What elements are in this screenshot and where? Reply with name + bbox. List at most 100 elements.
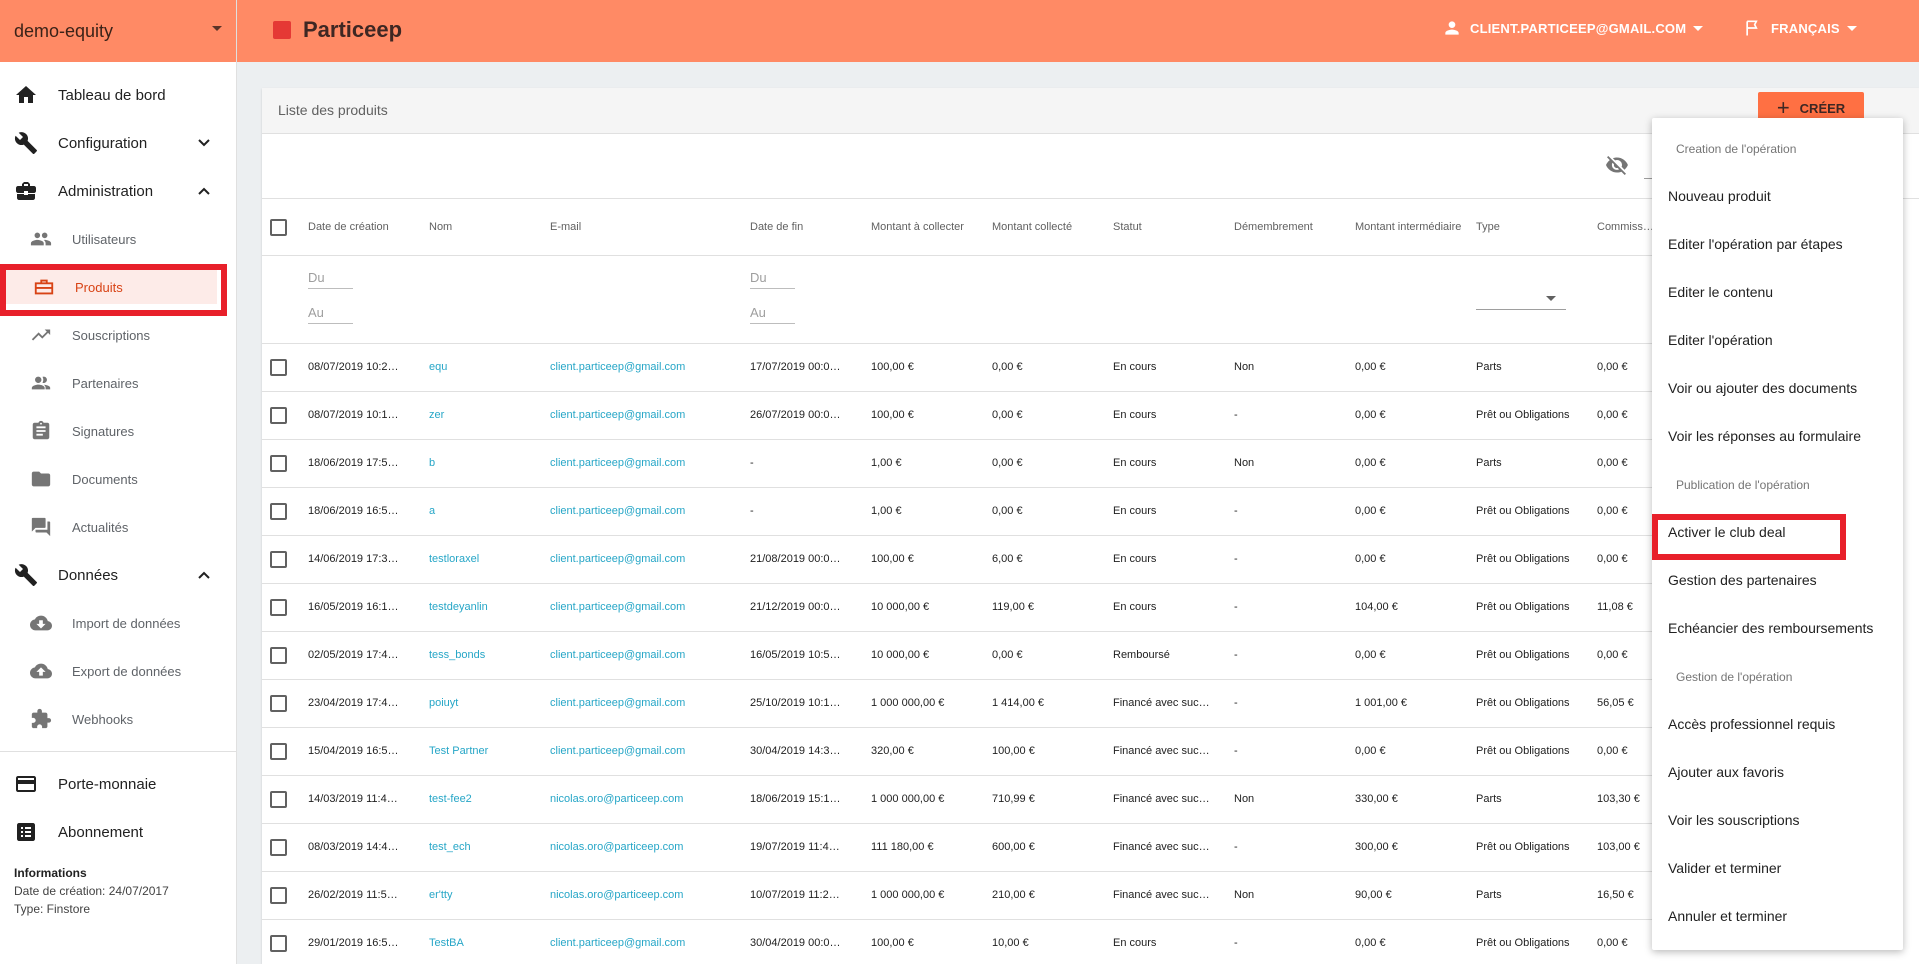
sidebar-item-partners[interactable]: Partenaires bbox=[0, 363, 237, 403]
table-row[interactable]: 08/07/2019 10:1… zer client.particeep@gmai… bbox=[262, 391, 1662, 440]
sidebar-item-data[interactable]: Données bbox=[0, 555, 237, 595]
row-checkbox[interactable] bbox=[270, 406, 287, 424]
menu-item-documents[interactable]: Voir ou ajouter des documents bbox=[1668, 380, 1857, 396]
column-header[interactable]: Type bbox=[1476, 200, 1597, 256]
row-checkbox[interactable] bbox=[270, 502, 287, 520]
cell-email[interactable]: client.particeep@gmail.com bbox=[550, 727, 750, 776]
cell-name[interactable]: zer bbox=[429, 391, 550, 440]
table-row[interactable]: 14/03/2019 11:4… test-fee2 nicolas.oro@par… bbox=[262, 775, 1662, 824]
row-checkbox[interactable] bbox=[270, 646, 287, 664]
sidebar-item-wallet[interactable]: Porte-monnaie bbox=[0, 764, 237, 804]
cell-name[interactable]: testdeyanlin bbox=[429, 583, 550, 632]
cell-email[interactable]: client.particeep@gmail.com bbox=[550, 439, 750, 488]
menu-item-view-subscriptions[interactable]: Voir les souscriptions bbox=[1668, 812, 1800, 828]
menu-item-edit-operation[interactable]: Editer l'opération bbox=[1668, 332, 1773, 348]
table-row[interactable]: 14/06/2019 17:3… testloraxel client.partic… bbox=[262, 535, 1662, 584]
table-row[interactable]: 15/04/2019 16:5… Test Partner client.parti… bbox=[262, 727, 1662, 776]
row-checkbox[interactable] bbox=[270, 598, 287, 616]
column-header[interactable]: Nom bbox=[429, 200, 550, 256]
menu-item-edit-steps[interactable]: Editer l'opération par étapes bbox=[1668, 236, 1843, 252]
table-row[interactable]: 23/04/2019 17:4… poiuyt client.particeep@g… bbox=[262, 679, 1662, 728]
cell-name[interactable]: testloraxel bbox=[429, 535, 550, 584]
menu-item-professional-access[interactable]: Accès professionnel requis bbox=[1668, 716, 1835, 732]
end-date-from-input[interactable]: Du bbox=[750, 256, 795, 289]
cell-name[interactable]: a bbox=[429, 487, 550, 536]
column-header[interactable]: E-mail bbox=[550, 200, 750, 256]
table-row[interactable]: 18/06/2019 16:5… a client.particeep@gmail.… bbox=[262, 487, 1662, 536]
row-checkbox[interactable] bbox=[270, 358, 287, 376]
row-checkbox[interactable] bbox=[270, 550, 287, 568]
menu-item-cancel-finish[interactable]: Annuler et terminer bbox=[1668, 908, 1787, 924]
cell-name[interactable]: poiuyt bbox=[429, 679, 550, 728]
menu-item-add-favorites[interactable]: Ajouter aux favoris bbox=[1668, 764, 1784, 780]
menu-item-partners[interactable]: Gestion des partenaires bbox=[1668, 572, 1817, 588]
sidebar-item-documents[interactable]: Documents bbox=[0, 459, 237, 499]
row-checkbox[interactable] bbox=[270, 934, 287, 952]
sidebar-item-dashboard[interactable]: Tableau de bord bbox=[0, 75, 237, 115]
column-header[interactable]: Date de fin bbox=[750, 200, 871, 256]
column-header[interactable]: Montant collecté bbox=[992, 200, 1113, 256]
date-from-input[interactable]: Du bbox=[308, 256, 353, 289]
sidebar-item-configuration[interactable]: Configuration bbox=[0, 123, 237, 163]
cell-email[interactable]: client.particeep@gmail.com bbox=[550, 487, 750, 536]
select-all-checkbox[interactable] bbox=[270, 218, 287, 236]
sidebar-item-import[interactable]: Import de données bbox=[0, 603, 237, 643]
cell-email[interactable]: client.particeep@gmail.com bbox=[550, 679, 750, 728]
language-menu-button[interactable]: FRANÇAIS bbox=[1743, 18, 1857, 38]
sidebar-item-export[interactable]: Export de données bbox=[0, 651, 237, 691]
menu-item-edit-content[interactable]: Editer le contenu bbox=[1668, 284, 1773, 300]
column-header[interactable]: Montant à collecter bbox=[871, 200, 992, 256]
type-filter-select[interactable] bbox=[1476, 286, 1566, 310]
cell-email[interactable]: client.particeep@gmail.com bbox=[550, 535, 750, 584]
menu-item-validate-finish[interactable]: Valider et terminer bbox=[1668, 860, 1781, 876]
cell-email[interactable]: nicolas.oro@particeep.com bbox=[550, 823, 750, 872]
sidebar-item-administration[interactable]: Administration bbox=[0, 171, 237, 211]
cell-email[interactable]: client.particeep@gmail.com bbox=[550, 343, 750, 392]
menu-item-form-answers[interactable]: Voir les réponses au formulaire bbox=[1668, 428, 1861, 444]
table-row[interactable]: 08/03/2019 14:4… test_ech nicolas.oro@part… bbox=[262, 823, 1662, 872]
sidebar-item-webhooks[interactable]: Webhooks bbox=[0, 699, 237, 739]
column-header[interactable]: Statut bbox=[1113, 200, 1234, 256]
table-row[interactable]: 26/02/2019 11:5… er'tty nicolas.oro@partic… bbox=[262, 871, 1662, 920]
cell-name[interactable]: TestBA bbox=[429, 919, 550, 964]
end-date-to-input[interactable]: Au bbox=[750, 289, 795, 324]
column-header[interactable]: Démembrement bbox=[1234, 200, 1355, 256]
cell-email[interactable]: nicolas.oro@particeep.com bbox=[550, 871, 750, 920]
row-checkbox[interactable] bbox=[270, 454, 287, 472]
row-checkbox[interactable] bbox=[270, 838, 287, 856]
sidebar-item-users[interactable]: Utilisateurs bbox=[0, 219, 237, 259]
table-row[interactable]: 02/05/2019 17:4… tess_bonds client.partice… bbox=[262, 631, 1662, 680]
row-checkbox[interactable] bbox=[270, 790, 287, 808]
cell-email[interactable]: client.particeep@gmail.com bbox=[550, 631, 750, 680]
menu-item-new-product[interactable]: Nouveau produit bbox=[1668, 188, 1771, 204]
cell-name[interactable]: Test Partner bbox=[429, 727, 550, 776]
sidebar-item-news[interactable]: Actualités bbox=[0, 507, 237, 547]
cell-email[interactable]: nicolas.oro@particeep.com bbox=[550, 775, 750, 824]
date-to-input[interactable]: Au bbox=[308, 289, 353, 324]
cell-name[interactable]: b bbox=[429, 439, 550, 488]
cell-name[interactable]: test-fee2 bbox=[429, 775, 550, 824]
row-checkbox[interactable] bbox=[270, 742, 287, 760]
table-row[interactable]: 16/05/2019 16:1… testdeyanlin client.parti… bbox=[262, 583, 1662, 632]
cell-email[interactable]: client.particeep@gmail.com bbox=[550, 583, 750, 632]
table-row[interactable]: 18/06/2019 17:5… b client.particeep@gmail.… bbox=[262, 439, 1662, 488]
cell-name[interactable]: er'tty bbox=[429, 871, 550, 920]
cell-name[interactable]: equ bbox=[429, 343, 550, 392]
table-row[interactable]: 08/07/2019 10:2… equ client.particeep@gmai… bbox=[262, 343, 1662, 392]
column-header[interactable]: Montant intermédiaire bbox=[1355, 200, 1476, 256]
menu-item-repayment-schedule[interactable]: Echéancier des remboursements bbox=[1668, 620, 1873, 636]
column-header[interactable]: Date de création bbox=[308, 200, 429, 256]
user-menu-button[interactable]: CLIENT.PARTICEEP@GMAIL.COM bbox=[1442, 18, 1704, 38]
sidebar-item-subscription-plan[interactable]: Abonnement bbox=[0, 812, 237, 852]
cell-name[interactable]: tess_bonds bbox=[429, 631, 550, 680]
cell-email[interactable]: client.particeep@gmail.com bbox=[550, 391, 750, 440]
row-checkbox[interactable] bbox=[270, 886, 287, 904]
brand[interactable]: Particeep bbox=[273, 17, 402, 43]
cell-email[interactable]: client.particeep@gmail.com bbox=[550, 919, 750, 964]
sidebar-item-subscriptions[interactable]: Souscriptions bbox=[0, 315, 237, 355]
visibility-off-icon[interactable] bbox=[1605, 153, 1629, 177]
sidebar-item-signatures[interactable]: Signatures bbox=[0, 411, 237, 451]
row-checkbox[interactable] bbox=[270, 694, 287, 712]
table-row[interactable]: 29/01/2019 16:5… TestBA client.particeep@g… bbox=[262, 919, 1662, 964]
cell-name[interactable]: test_ech bbox=[429, 823, 550, 872]
